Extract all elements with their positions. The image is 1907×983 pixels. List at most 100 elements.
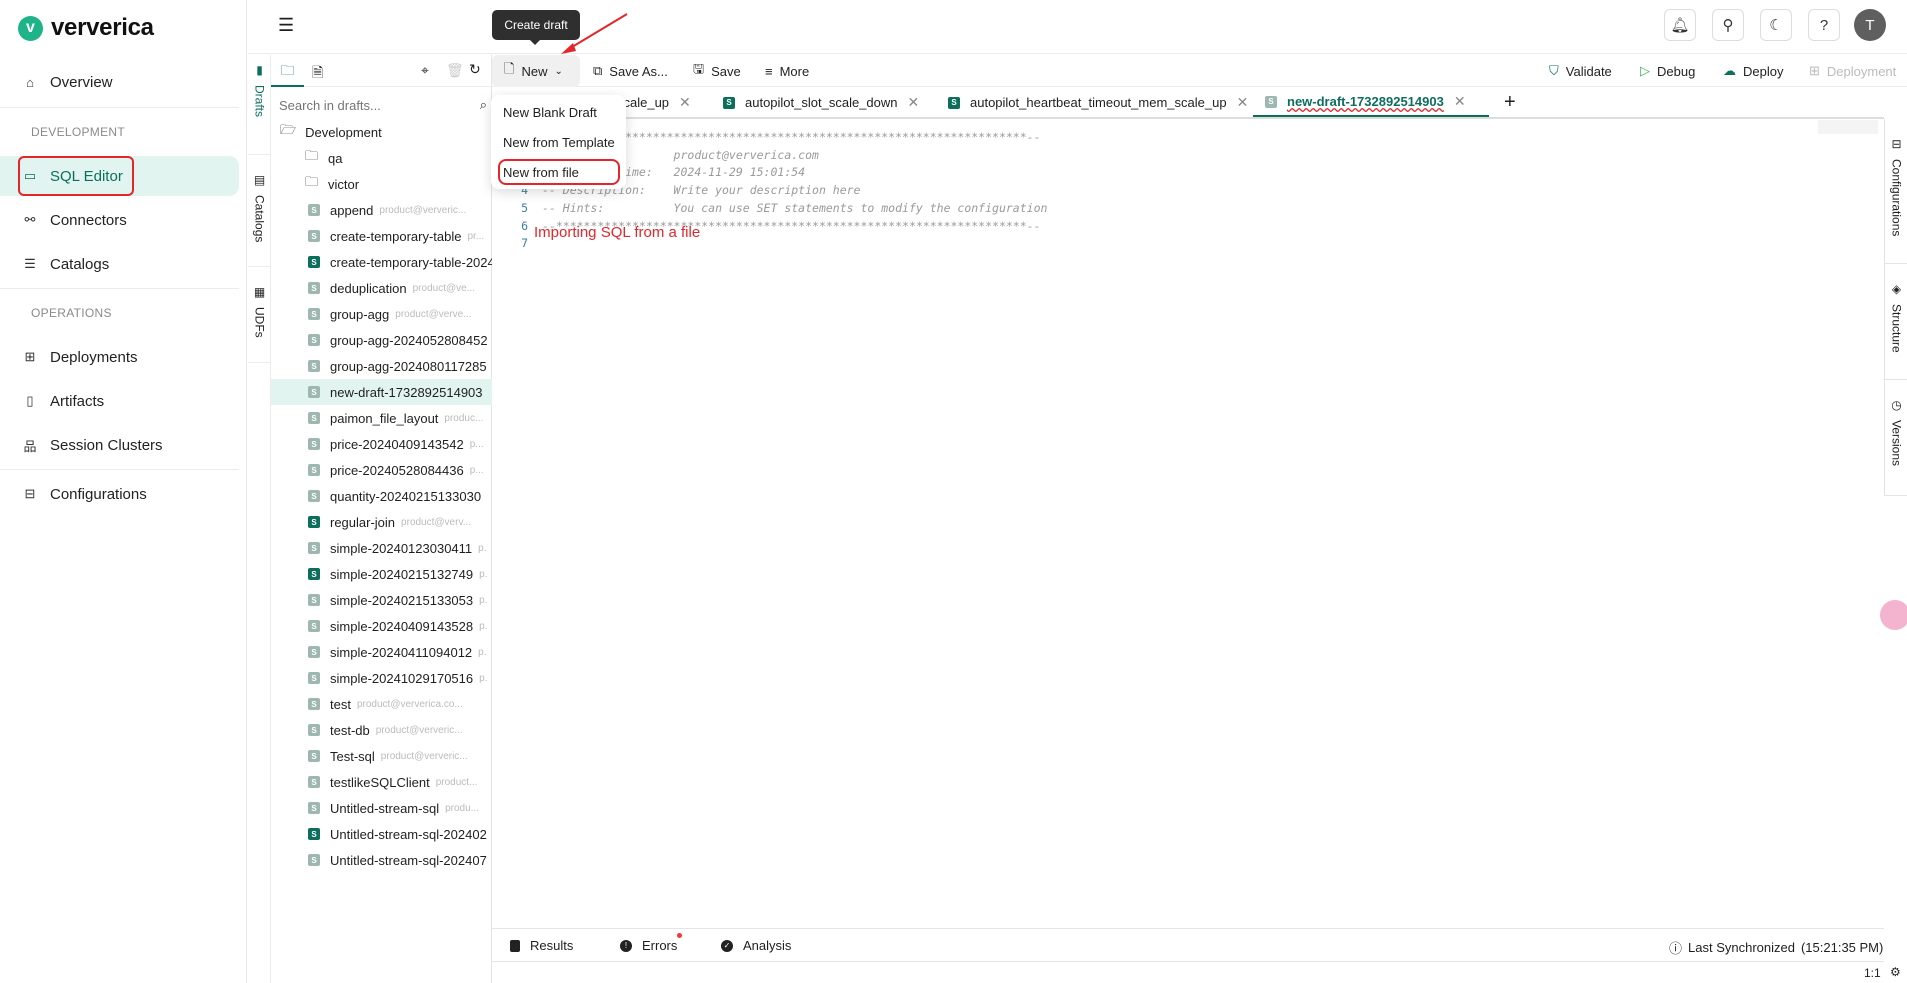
translate-float-icon[interactable] (1880, 600, 1907, 630)
debug-button[interactable]: ▷ Debug (1640, 59, 1695, 83)
draft-file-item[interactable]: S Test-sql product@ververic... (271, 743, 492, 769)
collapse-sidebar-icon[interactable]: ☰ (278, 15, 294, 36)
minimap[interactable] (1818, 120, 1878, 134)
sidebar-item-configurations[interactable]: ⊟ Configurations (0, 474, 239, 514)
draft-file-item[interactable]: Stest-db product@ververic... (271, 717, 492, 743)
draft-file-item[interactable]: Sgroup-agg-2024080117285 (271, 353, 492, 379)
vtab-catalogs[interactable]: ▤ Catalogs (248, 155, 271, 267)
results-tab[interactable]: Results (510, 938, 573, 953)
draft-file-item[interactable]: Ssimple-20240215132749 p. (271, 561, 492, 587)
tab-new-draft[interactable]: Snew-draft-1732892514903 ✕ (1253, 88, 1489, 117)
tree-folder-root[interactable]: 🗁︎ Development (271, 119, 492, 145)
sidebar-item-session-clusters[interactable]: 品 Session Clusters (0, 425, 239, 465)
save-as-button[interactable]: ⧉ Save As... (593, 59, 668, 83)
editor-tabs: scale_up ✕ Sautopilot_slot_scale_down ✕ Sa… (492, 88, 1884, 119)
sidebar-item-deployments[interactable]: ⊞ Deployments (0, 337, 239, 377)
search-icon[interactable]: ⌕ (480, 97, 487, 113)
search-input[interactable] (279, 97, 449, 113)
file-name: simple-20240215133053 (330, 592, 474, 608)
save-button[interactable]: 🖫︎ Save (693, 59, 741, 83)
sql-file-icon: S (723, 96, 735, 109)
folder-view-icon[interactable]: 🗀︎ (271, 55, 304, 87)
add-tab-button[interactable]: + (1504, 88, 1516, 117)
errors-tab[interactable]: ! Errors (620, 933, 683, 953)
draft-file-item[interactable]: Sdeduplication product@ve... (271, 275, 492, 301)
vtab-udfs[interactable]: ▦ UDFs (248, 267, 271, 363)
connectors-icon: ⚯ (24, 212, 36, 227)
more-button[interactable]: ≡ More (765, 59, 809, 83)
draft-file-item[interactable]: Ssimple-20240123030411 p. (271, 535, 492, 561)
draft-file-item[interactable]: Sappend product@ververic... (271, 197, 492, 223)
new-dropdown-menu: New Blank Draft New from Template New fr… (491, 95, 626, 189)
draft-file-item[interactable]: Sgroup-agg product@verve... (271, 301, 492, 327)
close-icon[interactable]: ✕ (1237, 94, 1249, 111)
vtab-drafts[interactable]: ▮ Drafts (248, 55, 271, 155)
tab-autopilot-slot-scale-down[interactable]: Sautopilot_slot_scale_down ✕ (723, 88, 919, 117)
menu-item-new-from-template[interactable]: New from Template (503, 131, 615, 153)
drafts-search[interactable]: ⌕ (279, 91, 487, 119)
locate-icon[interactable]: ⌖ (421, 62, 429, 79)
file-name: test (330, 696, 351, 712)
sidebar-item-overview[interactable]: ⌂ Overview (0, 62, 239, 102)
draft-file-item[interactable]: Ssimple-20240411094012 p. (271, 639, 492, 665)
deploy-button[interactable]: ☁ Deploy (1723, 59, 1783, 83)
section-operations: OPERATIONS (31, 306, 112, 320)
tab-scale-up[interactable]: scale_up ✕ (617, 88, 691, 117)
draft-file-item[interactable]: Screate-temporary-table pr... (271, 223, 492, 249)
validate-button[interactable]: ⛉ Validate (1549, 59, 1612, 83)
draft-file-item[interactable]: Sprice-20240528084436 p... (271, 457, 492, 483)
history-icon: ◷ (1891, 398, 1902, 412)
analysis-tab[interactable]: ✓ Analysis (721, 938, 791, 953)
draft-file-item[interactable]: Snew-draft-1732892514903 (271, 379, 492, 405)
file-name: Untitled-stream-sql (330, 800, 440, 816)
avatar[interactable]: T (1854, 9, 1886, 41)
notifications-button[interactable]: 🔔︎ (1664, 9, 1696, 41)
search-file-icon[interactable]: 🗎︎ (312, 62, 323, 86)
logo[interactable]: v ververica (18, 14, 154, 42)
close-icon[interactable]: ✕ (1454, 93, 1466, 110)
help-button[interactable]: ? (1808, 9, 1840, 41)
trash-icon[interactable]: 🗑︎ (446, 62, 464, 79)
draft-file-item[interactable]: Stest product@ververica.co... (271, 691, 492, 717)
sql-file-icon: S (308, 308, 320, 320)
rtab-configurations[interactable]: ⊟ Configurations (1885, 119, 1907, 264)
draft-file-item[interactable]: Squantity-20240215133030 (271, 483, 492, 509)
menu-item-new-blank-draft[interactable]: New Blank Draft (503, 101, 597, 123)
deployment-button[interactable]: ⊞ Deployment (1809, 59, 1896, 83)
draft-file-item[interactable]: S Untitled-stream-sql-202407 (271, 847, 492, 873)
tree-folder[interactable]: 🗀︎ qa (271, 145, 492, 171)
draft-file-item[interactable]: S Untitled-stream-sql-202402 (271, 821, 492, 847)
file-name: simple-20240411094012 (330, 644, 473, 660)
draft-file-item[interactable]: StestlikeSQLClient product... (271, 769, 492, 795)
refresh-icon[interactable]: ↻ (469, 61, 481, 78)
draft-file-item[interactable]: Ssimple-20241029170516 p. (271, 665, 492, 691)
sidebar: v ververica ⌂ Overview DEVELOPMENT ▭ SQL E… (0, 0, 247, 983)
draft-file-item[interactable]: Screate-temporary-table-2024 (271, 249, 492, 275)
settings-icon[interactable]: ⚙ (1890, 965, 1901, 979)
draft-file-item[interactable]: Sgroup-agg-2024052808452 (271, 327, 492, 353)
draft-file-item[interactable]: S Untitled-stream-sql produ... (271, 795, 492, 821)
sidebar-item-connectors[interactable]: ⚯ Connectors (0, 200, 239, 240)
right-vertical-tabs: ⊟ Configurations ◈ Structure ◷ Versions (1884, 119, 1907, 496)
annotation-text: Importing SQL from a file (534, 224, 701, 241)
sidebar-item-artifacts[interactable]: ▯ Artifacts (0, 381, 239, 421)
theme-toggle-button[interactable]: ☾ (1760, 9, 1792, 41)
file-owner: product@ververic... (380, 750, 468, 762)
close-icon[interactable]: ✕ (679, 94, 691, 111)
sql-editor[interactable]: 1--*************************************… (492, 120, 1884, 925)
draft-file-item[interactable]: Ssimple-20240215133053 p. (271, 587, 492, 613)
tree-folder[interactable]: 🗀︎ victor (271, 171, 492, 197)
label: More (779, 63, 810, 79)
file-owner: product@ve... (412, 282, 476, 294)
draft-file-item[interactable]: Sregular-join product@verv... (271, 509, 492, 535)
rtab-versions[interactable]: ◷ Versions (1885, 380, 1907, 496)
rtab-structure[interactable]: ◈ Structure (1885, 264, 1907, 380)
configurations-icon: ⊟ (1891, 137, 1902, 151)
tab-autopilot-heartbeat[interactable]: Sautopilot_heartbeat_timeout_mem_scale_u… (948, 88, 1248, 117)
sidebar-item-catalogs[interactable]: ☰ Catalogs (0, 244, 239, 284)
draft-file-item[interactable]: Sprice-20240409143542 p... (271, 431, 492, 457)
connect-button[interactable]: ⚲ (1712, 9, 1744, 41)
close-icon[interactable]: ✕ (908, 94, 920, 111)
draft-file-item[interactable]: Spaimon_file_layout produc... (271, 405, 492, 431)
draft-file-item[interactable]: Ssimple-20240409143528 p. (271, 613, 492, 639)
